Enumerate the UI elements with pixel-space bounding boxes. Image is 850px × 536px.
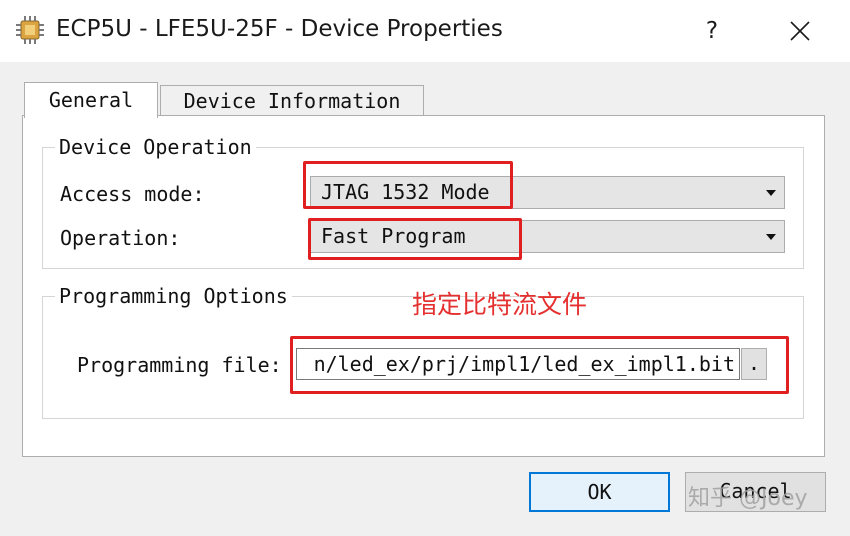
close-button[interactable] — [778, 12, 822, 50]
close-icon — [790, 21, 810, 41]
access-mode-label: Access mode: — [60, 182, 205, 206]
help-button[interactable]: ? — [690, 12, 734, 50]
device-operation-title: Device Operation — [55, 135, 256, 159]
chip-icon — [16, 16, 44, 44]
watermark: 知乎 @Joey — [688, 486, 808, 511]
chevron-down-icon — [766, 190, 776, 196]
operation-label: Operation: — [60, 226, 181, 250]
ok-button[interactable]: OK — [529, 472, 670, 512]
tab-general[interactable]: General — [24, 82, 158, 118]
programming-file-label: Programming file: — [77, 353, 282, 377]
window-title: ECP5U - LFE5U-25F - Device Properties — [56, 16, 503, 42]
annotation-text: 指定比特流文件 — [412, 290, 588, 319]
highlight-access-mode — [303, 161, 513, 209]
highlight-operation — [308, 218, 522, 260]
chevron-down-icon — [766, 234, 776, 240]
tab-device-information[interactable]: Device Information — [160, 85, 424, 116]
highlight-programming-file — [290, 336, 789, 394]
title-bar: ECP5U - LFE5U-25F - Device Properties ? — [0, 0, 850, 62]
programming-options-title: Programming Options — [55, 284, 292, 308]
